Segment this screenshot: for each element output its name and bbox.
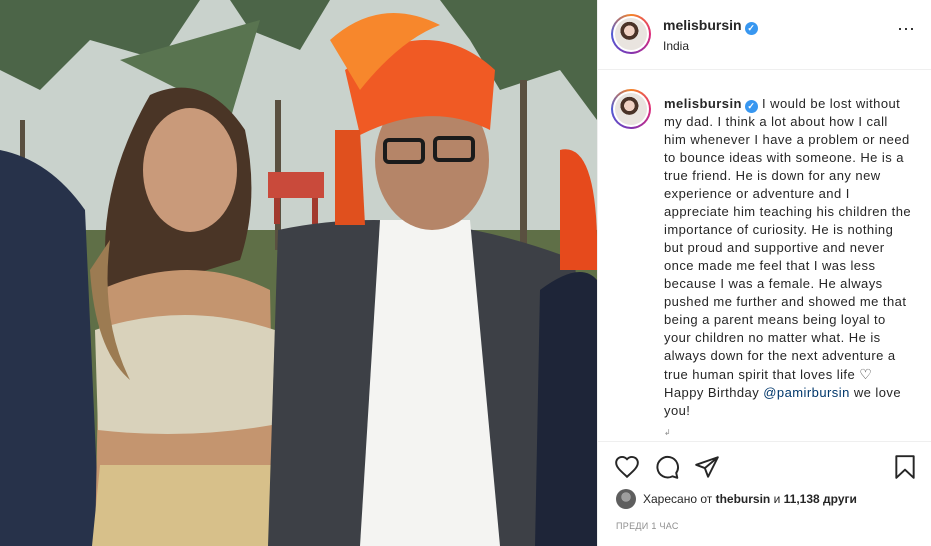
caption-birthday: Happy Birthday [664, 385, 760, 400]
avatar-image [615, 18, 647, 50]
post-sidebar: melisbursin ✓ India ⋯ melisbursin ✓ I woul… [597, 0, 931, 546]
verified-badge-icon: ✓ [744, 22, 758, 35]
location-link[interactable]: India [663, 39, 689, 53]
post-photo[interactable] [0, 0, 597, 546]
caption-area: melisbursin ✓ I would be lost without my … [598, 71, 931, 441]
liker-avatar[interactable] [616, 489, 636, 509]
likes-summary[interactable]: Харесано от thebursin и 11,138 други [616, 489, 857, 509]
caption-avatar[interactable] [611, 89, 651, 129]
post-photo-illustration [0, 0, 597, 546]
caption-username-link[interactable]: melisbursin ✓ [664, 96, 758, 113]
likes-count[interactable]: 11,138 други [784, 492, 857, 506]
caption-tail-icon: ↲ [664, 428, 671, 437]
avatar[interactable] [611, 14, 651, 54]
caption-avatar-image [615, 93, 647, 125]
post-timestamp[interactable]: преди 1 час [616, 521, 679, 531]
caption-heart-icon: ♡ [859, 366, 873, 382]
likes-conjunction: и [773, 492, 781, 506]
likes-prefix: Харесано от [643, 492, 713, 506]
caption-verified-badge-icon: ✓ [744, 100, 758, 113]
caption-mention-link[interactable]: @pamirbursin [763, 385, 850, 400]
liker-username[interactable]: thebursin [716, 492, 771, 506]
heart-icon[interactable] [614, 454, 640, 480]
caption-username: melisbursin [664, 96, 742, 111]
post-actions: Харесано от thebursin и 11,138 други пре… [598, 441, 931, 546]
share-icon[interactable] [694, 454, 720, 480]
bookmark-icon[interactable] [892, 454, 918, 480]
caption-body: I would be lost without my dad. I think … [664, 96, 912, 382]
caption-text: melisbursin ✓ I would be lost without my … [664, 95, 914, 420]
username-link[interactable]: melisbursin ✓ [663, 17, 758, 35]
username-text: melisbursin [663, 17, 742, 33]
more-options-icon[interactable]: ⋯ [897, 20, 916, 38]
post-header: melisbursin ✓ India ⋯ [598, 0, 931, 70]
comment-icon[interactable] [654, 454, 680, 480]
